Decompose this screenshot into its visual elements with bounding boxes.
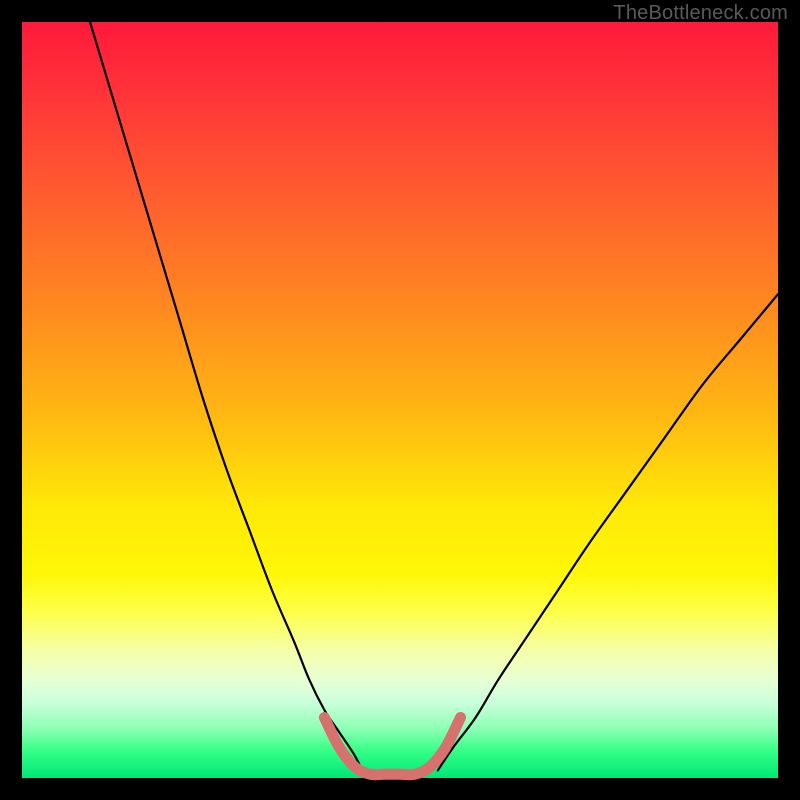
plot-area bbox=[22, 22, 778, 778]
left-curve-path bbox=[90, 22, 362, 770]
watermark-text: TheBottleneck.com bbox=[613, 2, 788, 25]
chart-frame: TheBottleneck.com bbox=[0, 0, 800, 800]
curves-svg bbox=[22, 22, 778, 778]
right-curve-path bbox=[438, 294, 778, 770]
